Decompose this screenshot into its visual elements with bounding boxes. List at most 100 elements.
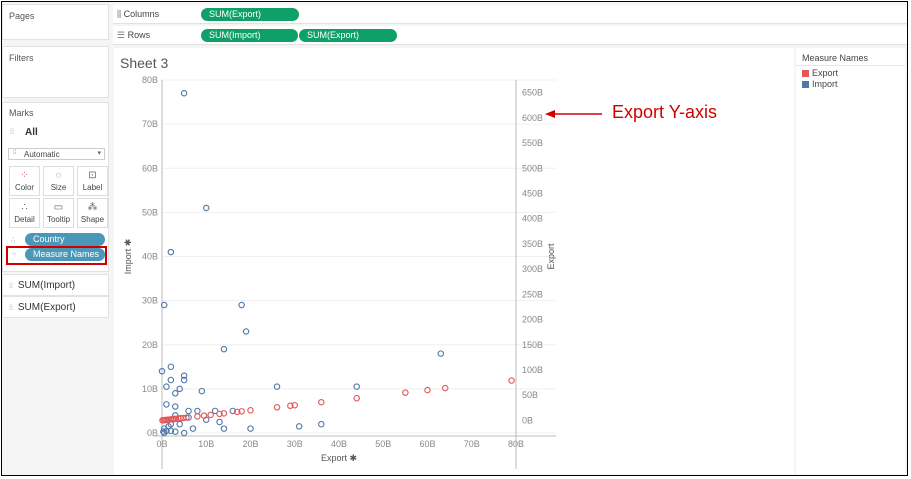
filters-label: Filters (9, 53, 34, 63)
rows-pill-export[interactable]: SUM(Export) (299, 29, 397, 42)
point-import[interactable] (295, 423, 303, 430)
y-right-tick-label: 300B (522, 264, 543, 274)
rows-label: ☰ Rows (117, 30, 151, 40)
annotation-label: Export Y-axis (612, 102, 718, 122)
legend-item-import[interactable]: Import (802, 79, 838, 89)
point-import[interactable] (176, 420, 183, 428)
point-export[interactable] (441, 384, 449, 392)
point-export[interactable] (402, 389, 409, 396)
point-export[interactable] (508, 377, 515, 384)
detail-button[interactable]: ∴ Detail (9, 198, 40, 228)
legend-item-export[interactable]: Export (802, 68, 838, 78)
x-tick-label: 60B (419, 439, 435, 449)
country-pill[interactable]: Country (25, 233, 105, 246)
left-panel: Pages Filters Marks ⁞⁞ All ⁞⁞ Automatic … (2, 2, 110, 474)
y-right-tick-label: 350B (522, 239, 543, 249)
legend-divider (796, 65, 905, 66)
point-import[interactable] (238, 301, 245, 309)
marks-card: Marks ⁞⁞ All ⁞⁞ Automatic ▾ ⁘ Color ◌ Si… (2, 102, 109, 272)
point-import[interactable] (247, 425, 254, 432)
y-right-tick-label: 400B (522, 214, 543, 224)
y-right-tick-label: 550B (522, 138, 543, 148)
text-label-icon: ⊡ (88, 170, 97, 181)
color-button[interactable]: ⁘ Color (9, 166, 40, 196)
point-import[interactable] (163, 401, 170, 408)
measure-card-export[interactable]: ⁞⁞ SUM(Export) (2, 296, 109, 318)
detail-icon: ∴ (21, 202, 28, 213)
point-import[interactable] (318, 420, 325, 428)
point-import[interactable] (216, 418, 223, 426)
y-left-tick-label: 10B (142, 384, 158, 394)
y-right-tick-label: 450B (522, 188, 543, 198)
size-icon: ◌ (55, 170, 62, 181)
columns-icon: ⫼ (117, 9, 124, 19)
point-import[interactable] (167, 363, 175, 371)
point-import[interactable] (194, 407, 201, 415)
chevron-down-icon: ▾ (97, 150, 101, 157)
point-import[interactable] (172, 403, 179, 410)
legend-swatch-export (802, 70, 809, 77)
point-export[interactable] (247, 407, 254, 414)
measure-card-import[interactable]: ⁞⁞ SUM(Import) (2, 274, 109, 296)
x-tick-label: 40B (331, 439, 347, 449)
rows-shelf[interactable]: ☰ Rows SUM(Import) SUM(Export) (113, 26, 907, 45)
rows-pill-import[interactable]: SUM(Import) (201, 29, 298, 42)
point-import[interactable] (437, 350, 445, 357)
point-import[interactable] (189, 425, 197, 432)
measure-names-pill[interactable]: Measure Names (25, 248, 105, 261)
y-right-tick-label: 500B (522, 163, 543, 173)
measure-label-import: SUM(Import) (17, 280, 76, 291)
columns-pill-export[interactable]: SUM(Export) (201, 8, 299, 21)
y-left-tick-label: 70B (142, 119, 158, 129)
label-button[interactable]: ⊡ Label (77, 166, 108, 196)
point-import[interactable] (203, 204, 210, 212)
x-tick-label: 10B (198, 439, 214, 449)
columns-label: ⫼ Columns (117, 9, 160, 19)
point-import[interactable] (220, 345, 228, 353)
point-import[interactable] (220, 425, 228, 432)
y-right-tick-label: 650B (522, 88, 543, 98)
point-export[interactable] (273, 404, 281, 411)
y-left-tick-label: 40B (142, 252, 158, 262)
tooltip-button[interactable]: ▭ Tooltip (43, 198, 74, 228)
pages-shelf[interactable]: Pages (2, 4, 109, 40)
all-marks-label[interactable]: All (25, 127, 38, 138)
color-field-icon: ⁘ (11, 251, 17, 258)
y-left-tick-label: 20B (142, 340, 158, 350)
y-right-tick-label: 0B (522, 415, 533, 425)
columns-shelf[interactable]: ⫼ Columns SUM(Export) (113, 5, 907, 24)
y-right-tick-label: 100B (522, 365, 543, 375)
color-legend: Measure Names Export Import (796, 48, 905, 474)
x-tick-label: 30B (287, 439, 303, 449)
point-import[interactable] (180, 89, 188, 97)
color-icon: ⁘ (20, 170, 29, 181)
filters-shelf[interactable]: Filters (2, 46, 109, 98)
point-export[interactable] (353, 394, 360, 402)
x-tick-label: 50B (375, 439, 391, 449)
rows-icon: ☰ (117, 30, 128, 40)
point-export[interactable] (207, 411, 214, 419)
point-export[interactable] (194, 413, 201, 420)
y-left-tick-label: 80B (142, 75, 158, 85)
mark-type-value: Automatic (24, 150, 60, 159)
point-import[interactable] (167, 248, 175, 256)
y-left-tick-label: 60B (142, 163, 158, 173)
mark-type-select[interactable]: ⁞⁞ Automatic ▾ (8, 148, 105, 160)
measure-card-icon: ⁞⁞ (9, 283, 13, 290)
x-axis-title: Export ✱ (321, 453, 357, 463)
point-export[interactable] (318, 398, 325, 406)
point-import[interactable] (242, 328, 250, 335)
shape-button[interactable]: ⁂ Shape (77, 198, 108, 228)
point-import[interactable] (167, 376, 175, 384)
detail-field-icon: ∴ (11, 237, 16, 244)
y-right-tick-label: 200B (522, 315, 543, 325)
y-left-axis-title: Import ✱ (123, 239, 133, 275)
point-import[interactable] (172, 390, 179, 397)
y-right-tick-label: 250B (522, 289, 543, 299)
y-right-axis-title: Export (546, 243, 556, 270)
x-tick-label: 20B (242, 439, 258, 449)
size-button[interactable]: ◌ Size (43, 166, 74, 196)
pages-label: Pages (9, 11, 35, 21)
point-import[interactable] (185, 407, 192, 415)
point-export[interactable] (424, 386, 431, 394)
